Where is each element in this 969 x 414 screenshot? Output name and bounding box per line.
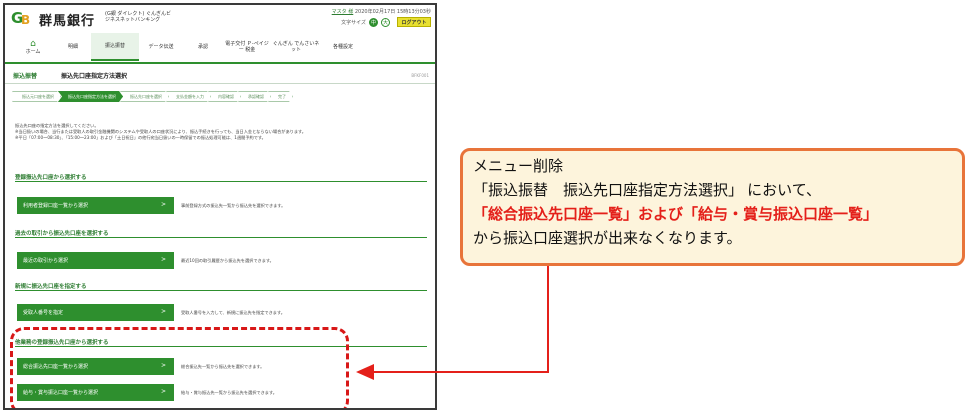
font-size-control: 文字サイズ 中 大 ログアウト xyxy=(341,17,431,27)
screenshot-frame: GB 群馬銀行 (G銀 ダイレクト) ぐんぎんビジネスネットバンキング マスタ … xyxy=(3,3,437,410)
font-size-medium-button[interactable]: 中 xyxy=(369,17,378,27)
nav-approval[interactable]: 承認 xyxy=(183,33,223,61)
page-title-row: 振込振替 振込先口座指定方法選択 BFKF001 xyxy=(5,66,435,84)
step-item: 振込元口座を選択 xyxy=(12,91,61,102)
home-icon: ⌂ xyxy=(30,38,36,49)
removed-items-highlight xyxy=(10,327,349,408)
button-note: 事前登録方式の振込先一覧から振込先を選択できます。 xyxy=(181,203,286,208)
step-item: 内容確認 xyxy=(208,91,241,102)
font-size-label: 文字サイズ xyxy=(341,19,366,26)
bank-logo[interactable]: GB xyxy=(11,9,37,27)
chevron-right-icon: > xyxy=(160,256,166,263)
annotation-callout: メニュー削除 「振込振替 振込先口座指定方法選択」 において、 「総合振込先口座… xyxy=(460,148,965,266)
service-name: (G銀 ダイレクト) ぐんぎんビジネスネットバンキング xyxy=(105,11,171,23)
button-note: 最近10回の取引履歴から振込先を選択できます。 xyxy=(181,258,274,263)
step-item: 承認確認 xyxy=(238,91,271,102)
screen-id: BFKF001 xyxy=(411,73,429,78)
page-description: 振込先口座の指定方法を選択してください。 ※当日扱いの場合、当行または受取人の取… xyxy=(15,123,306,140)
main-nav: ⌂ ホーム 明細 振込振替 データ伝送 承認 電子交付 Ｐ-ペイジー 税金 ぐん… xyxy=(11,33,381,61)
section-heading: 登録振込先口座から選択する xyxy=(15,173,427,182)
logout-button[interactable]: ログアウト xyxy=(397,17,431,27)
nav-transfer[interactable]: 振込振替 xyxy=(91,33,139,61)
nav-densai[interactable]: ぐんぎん でんさいネット xyxy=(271,33,321,61)
font-size-large-button[interactable]: 大 xyxy=(381,17,390,27)
nav-pay-easy[interactable]: 電子交付 Ｐ-ペイジー 税金 xyxy=(223,33,271,61)
callout-line: 「振込振替 振込先口座指定方法選択」 において、 xyxy=(473,182,821,199)
nav-data-transmission[interactable]: データ伝送 xyxy=(139,33,183,61)
callout-highlight-line: 「総合振込先口座一覧」および「給与・賞与振込口座一覧」 xyxy=(473,206,879,223)
user-info: マスタ 様 2020年02月17日 15時13分03秒 xyxy=(332,8,431,15)
step-item: 完了 xyxy=(268,91,293,102)
bank-name: 群馬銀行 xyxy=(39,14,96,29)
recipient-number-button[interactable]: 受取人番号を指定 > xyxy=(17,304,174,321)
recent-transactions-button[interactable]: 最近の取引から選択 > xyxy=(17,252,174,269)
section-heading: 過去の取引から振込先口座を選択する xyxy=(15,229,427,238)
chevron-right-icon: > xyxy=(160,201,166,208)
button-note: 受取人番号を入力して、新規に振込先を指定できます。 xyxy=(181,310,285,315)
callout-line: から振込口座選択が出来なくなります。 xyxy=(473,230,742,247)
section-heading: 新規に振込先口座を指定する xyxy=(15,282,427,291)
step-item: 振込先口座を選択 xyxy=(120,91,169,102)
nav-divider xyxy=(5,62,435,64)
step-item-current: 振込先口座指定方法を選択 xyxy=(58,91,123,102)
chevron-right-icon: > xyxy=(160,308,166,315)
callout-line: メニュー削除 xyxy=(473,158,564,175)
page-title: 振込先口座指定方法選択 xyxy=(61,73,128,80)
registered-accounts-button[interactable]: 利用者登録口座一覧から選択 > xyxy=(17,197,174,214)
nav-home[interactable]: ⌂ ホーム xyxy=(11,33,55,61)
nav-settings[interactable]: 各種設定 xyxy=(321,33,365,61)
header: GB 群馬銀行 (G銀 ダイレクト) ぐんぎんビジネスネットバンキング マスタ … xyxy=(5,5,435,31)
login-datetime: 2020年02月17日 15時13分03秒 xyxy=(354,9,431,15)
step-item: 支払金額を入力 xyxy=(166,91,211,102)
page-category: 振込振替 xyxy=(13,73,38,80)
user-name[interactable]: マスタ 様 xyxy=(332,9,354,15)
progress-steps: 振込元口座を選択 振込先口座指定方法を選択 振込先口座を選択 支払金額を入力 内… xyxy=(12,91,290,102)
nav-statements[interactable]: 明細 xyxy=(55,33,91,61)
